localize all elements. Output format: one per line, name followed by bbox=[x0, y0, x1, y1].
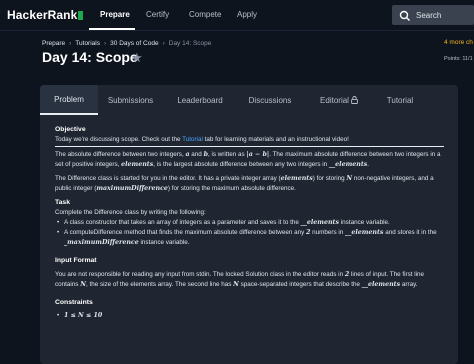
tab-leaderboard[interactable]: Leaderboard bbox=[163, 85, 237, 115]
chevron-right-icon: › bbox=[103, 40, 107, 47]
breadcrumb-30-days[interactable]: 30 Days of Code bbox=[110, 40, 158, 47]
page-title: Day 14: Scope bbox=[42, 49, 138, 65]
list-item: A computeDifference method that finds th… bbox=[57, 228, 447, 248]
tab-tutorial[interactable]: Tutorial bbox=[375, 85, 425, 115]
problem-statement: Objective Today we're discussing scope. … bbox=[55, 125, 447, 321]
lock-icon bbox=[351, 96, 358, 104]
search-icon bbox=[399, 9, 411, 22]
task-heading: Task bbox=[55, 199, 70, 206]
breadcrumb-prepare[interactable]: Prepare bbox=[42, 40, 65, 47]
more-challenges-link[interactable]: 4 more ch bbox=[444, 39, 473, 46]
list-item: A class constructor that takes an array … bbox=[57, 218, 447, 228]
input-format-text: You are not responsible for reading any … bbox=[55, 271, 425, 288]
task-list: A class constructor that takes an array … bbox=[55, 218, 447, 248]
list-item: 1 ≤ N ≤ 10 bbox=[57, 311, 447, 321]
constraints-heading: Constraints bbox=[55, 299, 93, 306]
search-placeholder: Search bbox=[416, 10, 442, 20]
problem-tabs: Problem Submissions Leaderboard Discussi… bbox=[40, 85, 458, 115]
objective-heading: Objective bbox=[55, 126, 86, 133]
task-intro: Complete the Difference class by writing… bbox=[55, 209, 206, 216]
active-nav-indicator bbox=[89, 28, 135, 30]
paragraph-absolute-difference: The absolute difference between two inte… bbox=[55, 151, 441, 168]
constraints-list: 1 ≤ N ≤ 10 bbox=[55, 311, 447, 321]
nav-apply[interactable]: Apply bbox=[237, 10, 257, 19]
problem-panel: Problem Submissions Leaderboard Discussi… bbox=[40, 85, 458, 364]
chevron-right-icon: › bbox=[69, 40, 72, 47]
tab-discussions[interactable]: Discussions bbox=[237, 85, 303, 115]
tab-problem[interactable]: Problem bbox=[40, 85, 98, 115]
star-icon[interactable]: ★ bbox=[131, 50, 143, 66]
nav-compete[interactable]: Compete bbox=[189, 10, 221, 19]
breadcrumb-current: Day 14: Scope bbox=[168, 40, 212, 47]
input-format-heading: Input Format bbox=[55, 257, 97, 264]
paragraph-difference-class: The Difference class is started for you … bbox=[55, 175, 434, 192]
chevron-right-icon: › bbox=[162, 40, 165, 47]
top-navigation-bar: HackerRank Prepare Certify Compete Apply… bbox=[0, 0, 474, 31]
tutorial-link[interactable]: Tutorial bbox=[182, 136, 203, 143]
objective-text: Today we're discussing scope. Check out … bbox=[55, 136, 349, 143]
tab-editorial[interactable]: Editorial bbox=[303, 85, 375, 115]
points-label: Points: 11/1 bbox=[444, 56, 473, 62]
nav-certify[interactable]: Certify bbox=[146, 10, 169, 19]
hackerrank-logo[interactable]: HackerRank bbox=[7, 8, 84, 22]
breadcrumb: Prepare › Tutorials › 30 Days of Code › Day 14… bbox=[42, 40, 211, 47]
tab-submissions[interactable]: Submissions bbox=[98, 85, 163, 115]
divider bbox=[55, 146, 444, 147]
nav-prepare[interactable]: Prepare bbox=[100, 10, 130, 19]
breadcrumb-tutorials[interactable]: Tutorials bbox=[75, 40, 100, 47]
tab-editorial-label: Editorial bbox=[320, 95, 349, 105]
search-box[interactable]: Search bbox=[392, 5, 474, 25]
